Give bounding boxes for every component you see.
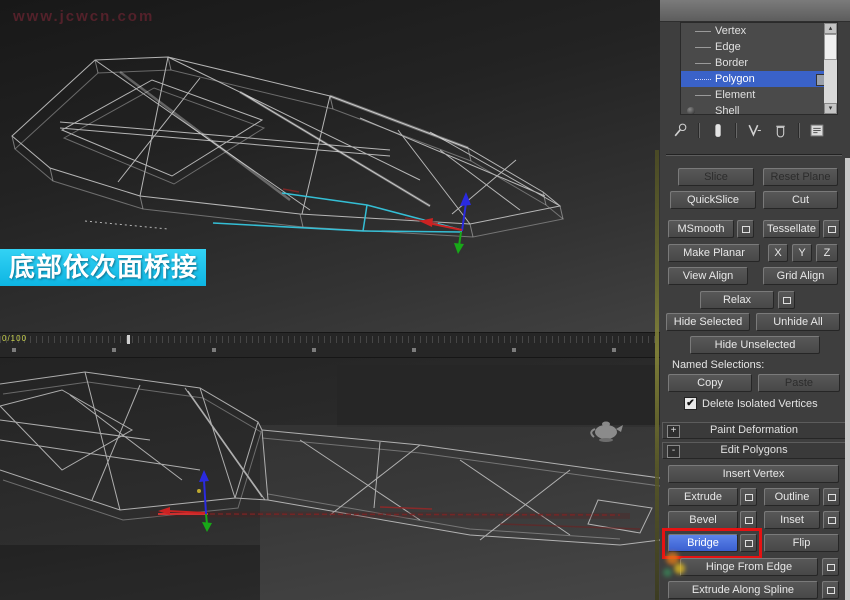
extrude-settings-button[interactable] bbox=[740, 488, 757, 506]
rollout-paint-deformation[interactable]: + Paint Deformation bbox=[662, 422, 846, 439]
stack-item-vertex[interactable]: Vertex bbox=[681, 23, 837, 39]
delete-isolated-vertices-checkbox[interactable]: ✔ Delete Isolated Vertices bbox=[684, 397, 818, 410]
toolbar-separator bbox=[798, 122, 800, 138]
stack-item-polygon-selected[interactable]: Polygon bbox=[681, 71, 837, 87]
checkbox-check-icon: ✔ bbox=[684, 397, 697, 410]
tree-stub bbox=[695, 31, 711, 32]
inset-settings-button[interactable] bbox=[823, 511, 840, 529]
relax-button[interactable]: Relax bbox=[700, 291, 774, 309]
scroll-thumb[interactable] bbox=[824, 34, 837, 60]
rollout-title: Edit Polygons bbox=[720, 444, 788, 456]
msmooth-settings-button[interactable] bbox=[737, 220, 754, 238]
selected-edges-red bbox=[149, 506, 641, 530]
toolbar-separator bbox=[735, 122, 737, 138]
make-unique-icon[interactable] bbox=[746, 122, 763, 139]
stack-item-label: Element bbox=[715, 89, 756, 101]
wireframe-model-bottom bbox=[0, 371, 660, 546]
reset-plane-button[interactable]: Reset Plane bbox=[763, 168, 838, 186]
relax-settings-button[interactable] bbox=[778, 291, 795, 309]
cut-button[interactable]: Cut bbox=[763, 191, 838, 209]
teapot-icon bbox=[590, 421, 623, 442]
stack-item-label: Vertex bbox=[715, 25, 747, 37]
hinge-settings-button[interactable] bbox=[822, 558, 839, 576]
msmooth-button[interactable]: MSmooth bbox=[668, 220, 734, 238]
copy-button[interactable]: Copy bbox=[668, 374, 752, 392]
make-planar-button[interactable]: Make Planar bbox=[668, 244, 760, 262]
cursor-artifact bbox=[674, 563, 685, 574]
command-panel: Vertex Edge Border Polygon Element Shell… bbox=[660, 0, 850, 600]
tessellate-settings-button[interactable] bbox=[823, 220, 840, 238]
cursor-artifact bbox=[663, 568, 672, 577]
panel-divider bbox=[666, 154, 842, 156]
axis-x-button[interactable]: X bbox=[768, 244, 788, 262]
stack-item-edge[interactable]: Edge bbox=[681, 39, 837, 55]
remove-modifier-icon[interactable] bbox=[772, 122, 789, 139]
timeline-ticks bbox=[0, 336, 660, 343]
hide-unselected-button[interactable]: Hide Unselected bbox=[690, 336, 820, 354]
extrude-along-spline-settings-button[interactable] bbox=[822, 581, 839, 599]
rollout-collapse-icon: - bbox=[667, 445, 680, 458]
insert-vertex-button[interactable]: Insert Vertex bbox=[668, 465, 839, 483]
named-selections-label: Named Selections: bbox=[672, 359, 765, 371]
stack-item-border[interactable]: Border bbox=[681, 55, 837, 71]
axis-z-button[interactable]: Z bbox=[816, 244, 838, 262]
rollout-edit-polygons[interactable]: - Edit Polygons bbox=[662, 442, 846, 459]
tessellate-button[interactable]: Tessellate bbox=[763, 220, 820, 238]
extrude-button[interactable]: Extrude bbox=[668, 488, 738, 506]
site-watermark: www.jcwcn.com bbox=[13, 8, 155, 25]
3dsmax-window: www.jcwcn.com 底部依次面桥接 0/100 Vertex Edge … bbox=[0, 0, 850, 600]
slice-button[interactable]: Slice bbox=[678, 168, 754, 186]
stack-toolbar bbox=[672, 118, 842, 142]
stack-item-shell[interactable]: Shell bbox=[681, 103, 837, 115]
rollout-expand-icon: + bbox=[667, 425, 680, 438]
axis-y-button[interactable]: Y bbox=[792, 244, 812, 262]
stack-scrollbar[interactable]: ▴ ▾ bbox=[824, 23, 837, 114]
tree-stub bbox=[695, 95, 711, 96]
panel-edge-artifact bbox=[655, 150, 659, 600]
panel-scrollbar[interactable] bbox=[845, 158, 850, 600]
inset-button[interactable]: Inset bbox=[764, 511, 820, 529]
outline-button[interactable]: Outline bbox=[764, 488, 820, 506]
flip-button[interactable]: Flip bbox=[764, 534, 839, 552]
paste-button[interactable]: Paste bbox=[758, 374, 840, 392]
time-slider-frame-label: 0/100 bbox=[2, 334, 28, 343]
timeline-frame-dots bbox=[12, 348, 672, 352]
unhide-all-button[interactable]: Unhide All bbox=[756, 313, 840, 331]
grid-align-button[interactable]: Grid Align bbox=[763, 267, 838, 285]
rollout-title: Paint Deformation bbox=[709, 424, 799, 436]
viewport-perspective-top[interactable]: www.jcwcn.com 底部依次面桥接 bbox=[0, 0, 660, 332]
checkbox-label: Delete Isolated Vertices bbox=[702, 397, 818, 410]
modifier-stack-list: Vertex Edge Border Polygon Element Shell… bbox=[680, 22, 838, 115]
bevel-button[interactable]: Bevel bbox=[668, 511, 738, 529]
scroll-up-icon[interactable]: ▴ bbox=[824, 23, 837, 34]
hinge-from-edge-button[interactable]: Hinge From Edge bbox=[680, 558, 818, 576]
viewport-perspective-bottom[interactable] bbox=[0, 358, 660, 600]
tutorial-caption-banner: 底部依次面桥接 bbox=[0, 249, 206, 286]
stack-item-label: Shell bbox=[715, 105, 740, 115]
extrude-along-spline-button[interactable]: Extrude Along Spline bbox=[668, 581, 818, 599]
show-end-result-icon[interactable] bbox=[709, 122, 726, 139]
tree-stub bbox=[695, 79, 711, 80]
stack-item-label: Border bbox=[715, 57, 749, 69]
modifier-bulb-icon bbox=[687, 107, 695, 114]
bevel-settings-button[interactable] bbox=[740, 511, 757, 529]
configure-modifier-sets-icon[interactable] bbox=[809, 122, 826, 139]
tree-stub bbox=[695, 47, 711, 48]
hide-selected-button[interactable]: Hide Selected bbox=[666, 313, 750, 331]
outline-settings-button[interactable] bbox=[823, 488, 840, 506]
scroll-down-icon[interactable]: ▾ bbox=[824, 103, 837, 114]
stack-item-label: Polygon bbox=[715, 73, 755, 85]
bridge-preview-edges bbox=[212, 192, 463, 233]
stack-item-label: Edge bbox=[715, 41, 741, 53]
pin-stack-icon[interactable] bbox=[672, 122, 689, 139]
time-slider-marker[interactable] bbox=[127, 335, 130, 344]
track-bar-timeline[interactable]: 0/100 bbox=[0, 332, 672, 358]
view-align-button[interactable]: View Align bbox=[668, 267, 748, 285]
toolbar-separator bbox=[698, 122, 700, 138]
stack-item-element[interactable]: Element bbox=[681, 87, 837, 103]
quickslice-button[interactable]: QuickSlice bbox=[670, 191, 756, 209]
tree-stub bbox=[695, 63, 711, 64]
panel-header-band bbox=[660, 0, 850, 22]
